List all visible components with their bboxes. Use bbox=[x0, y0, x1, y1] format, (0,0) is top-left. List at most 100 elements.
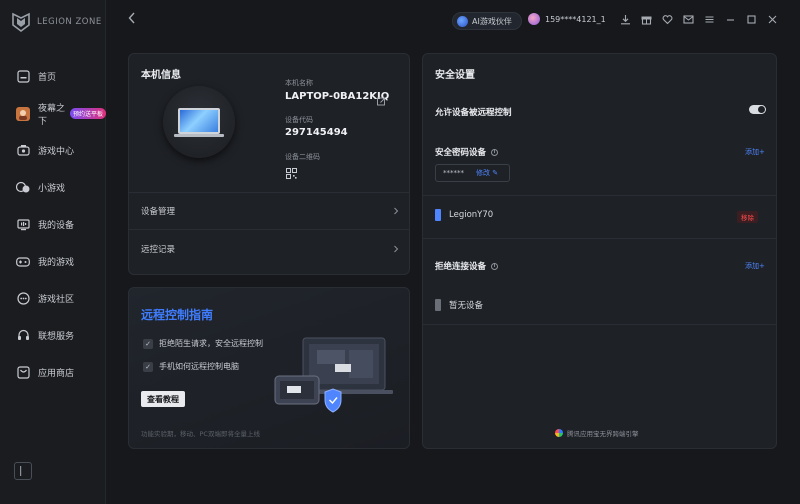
user-account[interactable]: 159****4121_1 bbox=[528, 13, 606, 25]
chevron-left-icon bbox=[128, 12, 135, 24]
trusted-devices-header: 安全密码设备 i bbox=[435, 146, 499, 158]
community-icon bbox=[16, 292, 30, 306]
close-icon bbox=[768, 15, 777, 24]
messages-button[interactable] bbox=[683, 14, 694, 25]
device-name-value: LAPTOP-0BA12KIQ bbox=[285, 91, 390, 102]
maximize-button[interactable] bbox=[746, 14, 757, 25]
engine-credit: 腾讯应用宝无界跨端引擎 bbox=[567, 430, 639, 438]
sidebar-item-lenovo-service[interactable]: 联想服务 bbox=[0, 317, 106, 354]
qr-code-icon bbox=[286, 168, 297, 179]
sidebar-item-label: 首页 bbox=[38, 73, 57, 83]
chevron-right-icon bbox=[394, 245, 399, 253]
minimize-icon bbox=[727, 19, 734, 21]
qr-code-button[interactable] bbox=[286, 164, 297, 183]
security-settings-card: 安全设置 允许设备被远程控制 安全密码设备 i 添加+ ****** 修改 ✎ L… bbox=[422, 53, 777, 449]
sidebar-item-game-promo[interactable]: 夜幕之下 预约送平板 bbox=[0, 95, 106, 132]
edit-icon bbox=[377, 97, 386, 106]
ai-game-partner-button[interactable]: AI游戏伙伴 bbox=[452, 12, 522, 30]
device-management-label: 设备管理 bbox=[141, 207, 176, 217]
check-icon: ✓ bbox=[143, 338, 153, 349]
mail-icon bbox=[683, 15, 694, 24]
divider bbox=[129, 192, 409, 193]
heart-icon bbox=[662, 15, 673, 25]
sidebar-item-mini-games[interactable]: 小游戏 bbox=[0, 169, 106, 206]
sidebar-item-label: 夜幕之下 bbox=[38, 103, 66, 127]
blocked-device-empty-row: 暂无设备 bbox=[435, 299, 483, 311]
phone-icon bbox=[435, 209, 441, 221]
no-device-text: 暂无设备 bbox=[449, 301, 484, 311]
store-icon bbox=[16, 366, 30, 380]
device-info-card: 本机信息 本机名称 LAPTOP-0BA12KIQ 设备代码 297145494… bbox=[128, 53, 410, 275]
security-footer: 腾讯应用宝无界跨端引擎 bbox=[555, 428, 639, 438]
view-tutorial-button[interactable]: 查看教程 bbox=[141, 391, 185, 407]
sidebar-nav: 首页 夜幕之下 预约送平板 游戏中心 小游戏 我的设备 我的游戏 游戏社区 联想… bbox=[0, 58, 106, 391]
download-button[interactable] bbox=[620, 14, 631, 25]
brand-name: LEGION ZONE bbox=[37, 17, 102, 27]
toggle-knob bbox=[758, 106, 765, 113]
sidebar-item-label: 小游戏 bbox=[38, 184, 66, 194]
remote-log-row[interactable]: 远控记录 bbox=[141, 239, 399, 259]
info-icon[interactable]: i bbox=[491, 149, 499, 156]
collapse-sidebar-button[interactable] bbox=[14, 462, 32, 480]
divider bbox=[423, 324, 776, 325]
sidebar-item-label: 我的设备 bbox=[38, 221, 75, 231]
sidebar-item-my-devices[interactable]: 我的设备 bbox=[0, 206, 106, 243]
divider bbox=[129, 229, 409, 230]
chevron-right-icon bbox=[394, 207, 399, 215]
sidebar-item-label: 我的游戏 bbox=[38, 258, 75, 268]
blocked-devices-label: 拒绝连接设备 bbox=[435, 262, 487, 272]
username: 159****4121_1 bbox=[545, 14, 606, 24]
edit-password-label: 修改 bbox=[476, 169, 490, 177]
blocked-devices-header: 拒绝连接设备 i bbox=[435, 260, 499, 272]
close-button[interactable] bbox=[767, 14, 778, 25]
mini-game-icon bbox=[16, 181, 30, 195]
sidebar-item-label: 应用商店 bbox=[38, 369, 75, 379]
minimize-button[interactable] bbox=[725, 14, 736, 25]
remote-guide-card: 远程控制指南 ✓ 拒绝陌生请求，安全远程控制 ✓ 手机如何远程控制电脑 查看教程… bbox=[128, 287, 410, 449]
legion-logo-icon bbox=[12, 12, 30, 32]
remote-devices-illustration bbox=[274, 337, 393, 413]
add-trusted-device-link[interactable]: 添加+ bbox=[745, 147, 765, 157]
sidebar-item-my-games[interactable]: 我的游戏 bbox=[0, 243, 106, 280]
sidebar-item-home[interactable]: 首页 bbox=[0, 58, 106, 95]
divider bbox=[423, 238, 776, 239]
guide-footnote: 功能实验期，移动、PC双端即将全量上线 bbox=[141, 430, 260, 438]
remote-log-label: 远控记录 bbox=[141, 245, 176, 255]
device-name-label: 本机名称 bbox=[285, 79, 313, 87]
edit-password-button[interactable]: 修改 ✎ bbox=[476, 168, 498, 178]
remove-device-button[interactable]: 移除 bbox=[737, 211, 758, 223]
device-code-value: 297145494 bbox=[285, 127, 348, 138]
controller-icon bbox=[16, 255, 30, 269]
password-field: ****** 修改 ✎ bbox=[435, 164, 510, 182]
gift-icon bbox=[641, 16, 652, 25]
sidebar-item-label: 联想服务 bbox=[38, 332, 75, 342]
guide-point-2: ✓ 手机如何远程控制电脑 bbox=[143, 361, 239, 372]
sidebar-item-community[interactable]: 游戏社区 bbox=[0, 280, 106, 317]
menu-button[interactable] bbox=[704, 14, 715, 25]
sidebar-item-app-store[interactable]: 应用商店 bbox=[0, 354, 106, 391]
laptop-screen bbox=[178, 108, 220, 134]
sidebar-item-label: 游戏中心 bbox=[38, 147, 75, 157]
promo-badge: 预约送平板 bbox=[69, 108, 106, 119]
gift-button[interactable] bbox=[641, 14, 652, 25]
edit-name-button[interactable] bbox=[377, 91, 386, 110]
device-management-row[interactable]: 设备管理 bbox=[141, 201, 399, 221]
trusted-device-row: LegionY70 bbox=[435, 209, 493, 221]
guide-point-text: 拒绝陌生请求，安全远程控制 bbox=[159, 339, 263, 348]
favorites-button[interactable] bbox=[662, 14, 673, 25]
phone-icon bbox=[435, 299, 441, 311]
game-avatar-icon bbox=[16, 106, 30, 121]
add-blocked-device-link[interactable]: 添加+ bbox=[745, 261, 765, 271]
gamepad-icon bbox=[16, 144, 30, 158]
device-code-label: 设备代码 bbox=[285, 116, 313, 124]
sidebar-collapse-icon bbox=[20, 466, 22, 476]
back-button[interactable] bbox=[128, 12, 138, 26]
ai-game-partner-label: AI游戏伙伴 bbox=[472, 16, 512, 26]
menu-icon bbox=[705, 16, 714, 23]
allow-remote-toggle[interactable] bbox=[749, 105, 766, 114]
guide-point-1: ✓ 拒绝陌生请求，安全远程控制 bbox=[143, 338, 263, 349]
sidebar-item-game-center[interactable]: 游戏中心 bbox=[0, 132, 106, 169]
maximize-icon bbox=[747, 15, 756, 24]
tencent-logo-icon bbox=[555, 429, 563, 437]
info-icon[interactable]: i bbox=[491, 263, 499, 270]
